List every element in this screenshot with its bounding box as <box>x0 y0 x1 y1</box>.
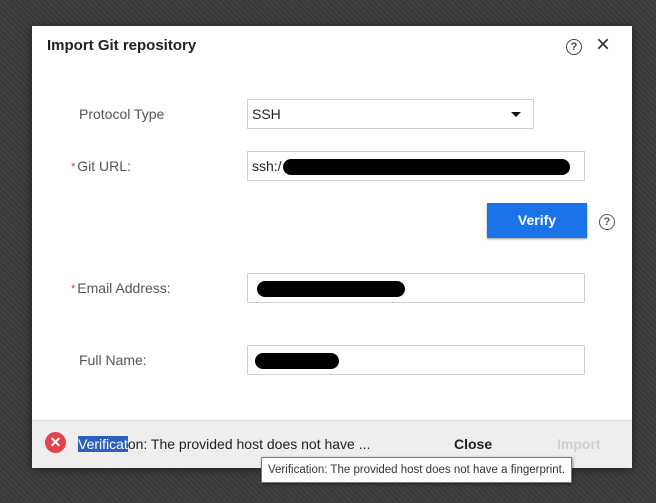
required-marker: * <box>71 283 76 295</box>
help-icon[interactable]: ? <box>566 39 582 55</box>
redacted-email <box>257 281 405 298</box>
close-button[interactable]: Close <box>454 436 492 452</box>
error-message[interactable]: Verificaton: The provided host does not … <box>78 436 370 452</box>
protocol-type-label: Protocol Type <box>79 106 165 122</box>
email-label: * Email Address: <box>71 280 171 296</box>
selected-text: Verificat <box>78 436 128 452</box>
full-name-label: Full Name: <box>79 352 147 368</box>
import-git-dialog: Import Git repository ? × Protocol Type … <box>32 26 632 468</box>
chevron-down-icon <box>511 112 521 117</box>
protocol-type-select[interactable]: SSH <box>247 99 534 129</box>
error-icon: ✕ <box>45 432 66 453</box>
redacted-full-name <box>255 353 339 370</box>
git-url-label-text: Git URL: <box>77 158 131 174</box>
redacted-git-url <box>282 159 570 176</box>
verify-button[interactable]: Verify <box>487 203 587 238</box>
email-label-text: Email Address: <box>77 280 171 296</box>
error-message-rest: on: The provided host does not have ... <box>127 436 371 452</box>
verify-help-icon[interactable]: ? <box>599 214 615 230</box>
git-url-label: * Git URL: <box>71 158 131 174</box>
error-tooltip: Verification: The provided host does not… <box>261 457 573 483</box>
import-button[interactable]: Import <box>557 436 601 452</box>
protocol-type-value: SSH <box>252 106 281 122</box>
required-marker: * <box>71 161 76 173</box>
full-name-input[interactable] <box>247 345 585 375</box>
git-url-prefix: ssh:/ <box>252 158 282 174</box>
git-url-input[interactable]: ssh:/ <box>247 151 585 181</box>
dialog-title: Import Git repository <box>47 37 197 54</box>
close-icon[interactable]: × <box>592 33 614 57</box>
email-input[interactable] <box>247 273 585 303</box>
